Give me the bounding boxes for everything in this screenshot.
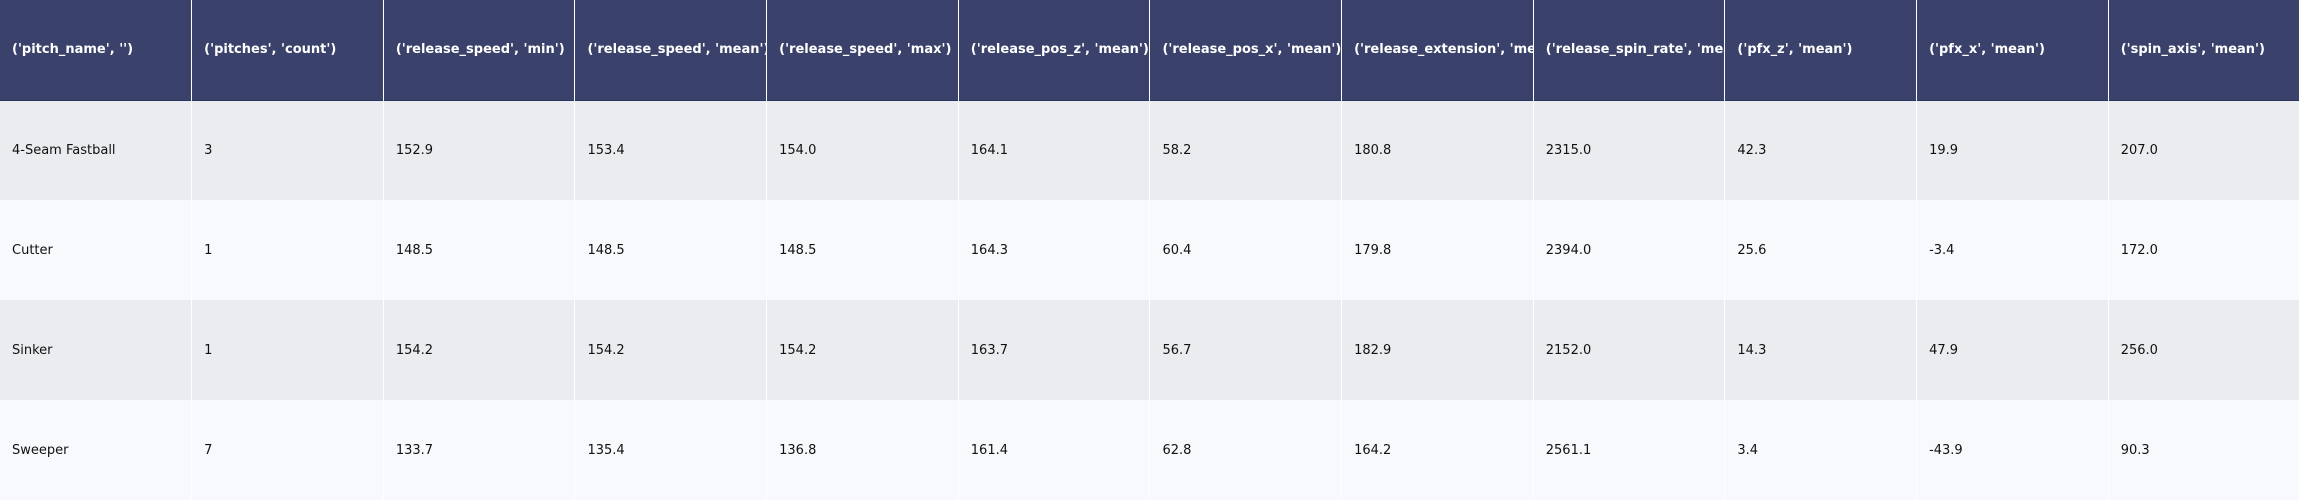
table-cell: 152.9 [383, 100, 576, 200]
table-row: Sweeper 7 133.7 135.4 136.8 161.4 62.8 164.2 256… [0, 400, 2300, 500]
column-header: ('release_pos_x', 'mean') [1149, 0, 1343, 100]
table-row: 4-Seam Fastball 3 152.9 153.4 154.0 164.1 58.2… [0, 100, 2300, 200]
table-cell: 154.2 [574, 300, 768, 400]
table-cell: 256.0 [2108, 300, 2300, 400]
table-cell: 2394.0 [1533, 200, 1726, 300]
table-cell: 164.3 [958, 200, 1151, 300]
table-cell: 2152.0 [1533, 300, 1726, 400]
table-cell: 1 [191, 200, 384, 300]
table-cell: 19.9 [1916, 100, 2109, 200]
table-cell: 164.2 [1341, 400, 1534, 500]
table-cell: 161.4 [958, 400, 1151, 500]
table-cell: 153.4 [574, 100, 768, 200]
table-cell: 154.2 [766, 300, 959, 400]
table-cell: 3 [191, 100, 384, 200]
table-cell: 148.5 [383, 200, 576, 300]
table-cell: 154.2 [383, 300, 576, 400]
pitch-name-cell: Sweeper [0, 400, 193, 500]
column-header: ('release_speed', 'mean') [574, 0, 768, 100]
table-row: Sinker 1 154.2 154.2 154.2 163.7 56.7 182.9 2152… [0, 300, 2300, 400]
table-cell: 1 [191, 300, 384, 400]
table-cell: 164.1 [958, 100, 1151, 200]
column-header: ('release_spin_rate', 'mean') [1533, 0, 1726, 100]
table-cell: 148.5 [766, 200, 959, 300]
table-cell: 7 [191, 400, 384, 500]
table-body: 4-Seam Fastball 3 152.9 153.4 154.0 164.1 58.2… [0, 100, 2300, 500]
table-cell: 2561.1 [1533, 400, 1726, 500]
column-header: ('pitch_name', '') [0, 0, 193, 100]
table-cell: 56.7 [1149, 300, 1343, 400]
table-cell: 136.8 [766, 400, 959, 500]
column-header: ('spin_axis', 'mean') [2108, 0, 2300, 100]
table-cell: 135.4 [574, 400, 768, 500]
pitch-stats-table: ('pitch_name', '') ('pitches', 'count') ('… [0, 0, 2300, 500]
table-cell: 62.8 [1149, 400, 1343, 500]
table-cell: 25.6 [1724, 200, 1918, 300]
table-cell: 47.9 [1916, 300, 2109, 400]
table-cell: 60.4 [1149, 200, 1343, 300]
column-header: ('release_extension', 'mean') [1341, 0, 1534, 100]
table-cell: 42.3 [1724, 100, 1918, 200]
column-header: ('release_speed', 'max') [766, 0, 959, 100]
column-header: ('pfx_z', 'mean') [1724, 0, 1918, 100]
table-cell: 207.0 [2108, 100, 2300, 200]
table-cell: -43.9 [1916, 400, 2109, 500]
table-cell: 182.9 [1341, 300, 1534, 400]
pitch-name-cell: Sinker [0, 300, 193, 400]
pitch-name-cell: 4-Seam Fastball [0, 100, 193, 200]
table-cell: 179.8 [1341, 200, 1534, 300]
table-cell: 148.5 [574, 200, 768, 300]
table-cell: 172.0 [2108, 200, 2300, 300]
table-cell: 163.7 [958, 300, 1151, 400]
column-header: ('pfx_x', 'mean') [1916, 0, 2109, 100]
table-cell: 90.3 [2108, 400, 2300, 500]
table-cell: 180.8 [1341, 100, 1534, 200]
table-row: Cutter 1 148.5 148.5 148.5 164.3 60.4 179.8 2394… [0, 200, 2300, 300]
column-header: ('release_pos_z', 'mean') [958, 0, 1151, 100]
table-cell: 58.2 [1149, 100, 1343, 200]
column-header: ('release_speed', 'min') [383, 0, 576, 100]
pitch-name-cell: Cutter [0, 200, 193, 300]
table-cell: 154.0 [766, 100, 959, 200]
table-cell: 2315.0 [1533, 100, 1726, 200]
table-cell: 3.4 [1724, 400, 1918, 500]
table-cell: 14.3 [1724, 300, 1918, 400]
table-cell: 133.7 [383, 400, 576, 500]
column-header: ('pitches', 'count') [191, 0, 384, 100]
table-cell: -3.4 [1916, 200, 2109, 300]
header-row: ('pitch_name', '') ('pitches', 'count') ('… [0, 0, 2300, 100]
